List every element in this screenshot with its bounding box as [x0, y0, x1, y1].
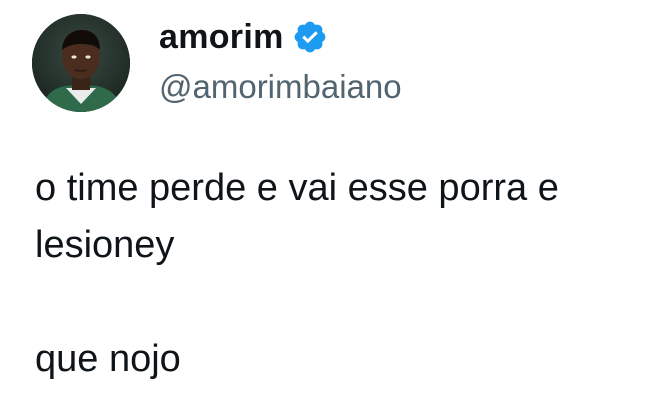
- display-name[interactable]: amorim: [159, 16, 284, 58]
- tweet-card: amorim @amorimbaiano o time perde e vai …: [0, 0, 652, 408]
- author-handle[interactable]: @amorimbaiano: [159, 66, 402, 108]
- tweet-text: o time perde e vai esse porra e lesioney…: [35, 167, 559, 380]
- avatar-photo: [32, 14, 130, 112]
- verified-badge-icon[interactable]: [292, 19, 328, 55]
- avatar[interactable]: [32, 14, 130, 112]
- author-name-row: amorim: [159, 16, 328, 58]
